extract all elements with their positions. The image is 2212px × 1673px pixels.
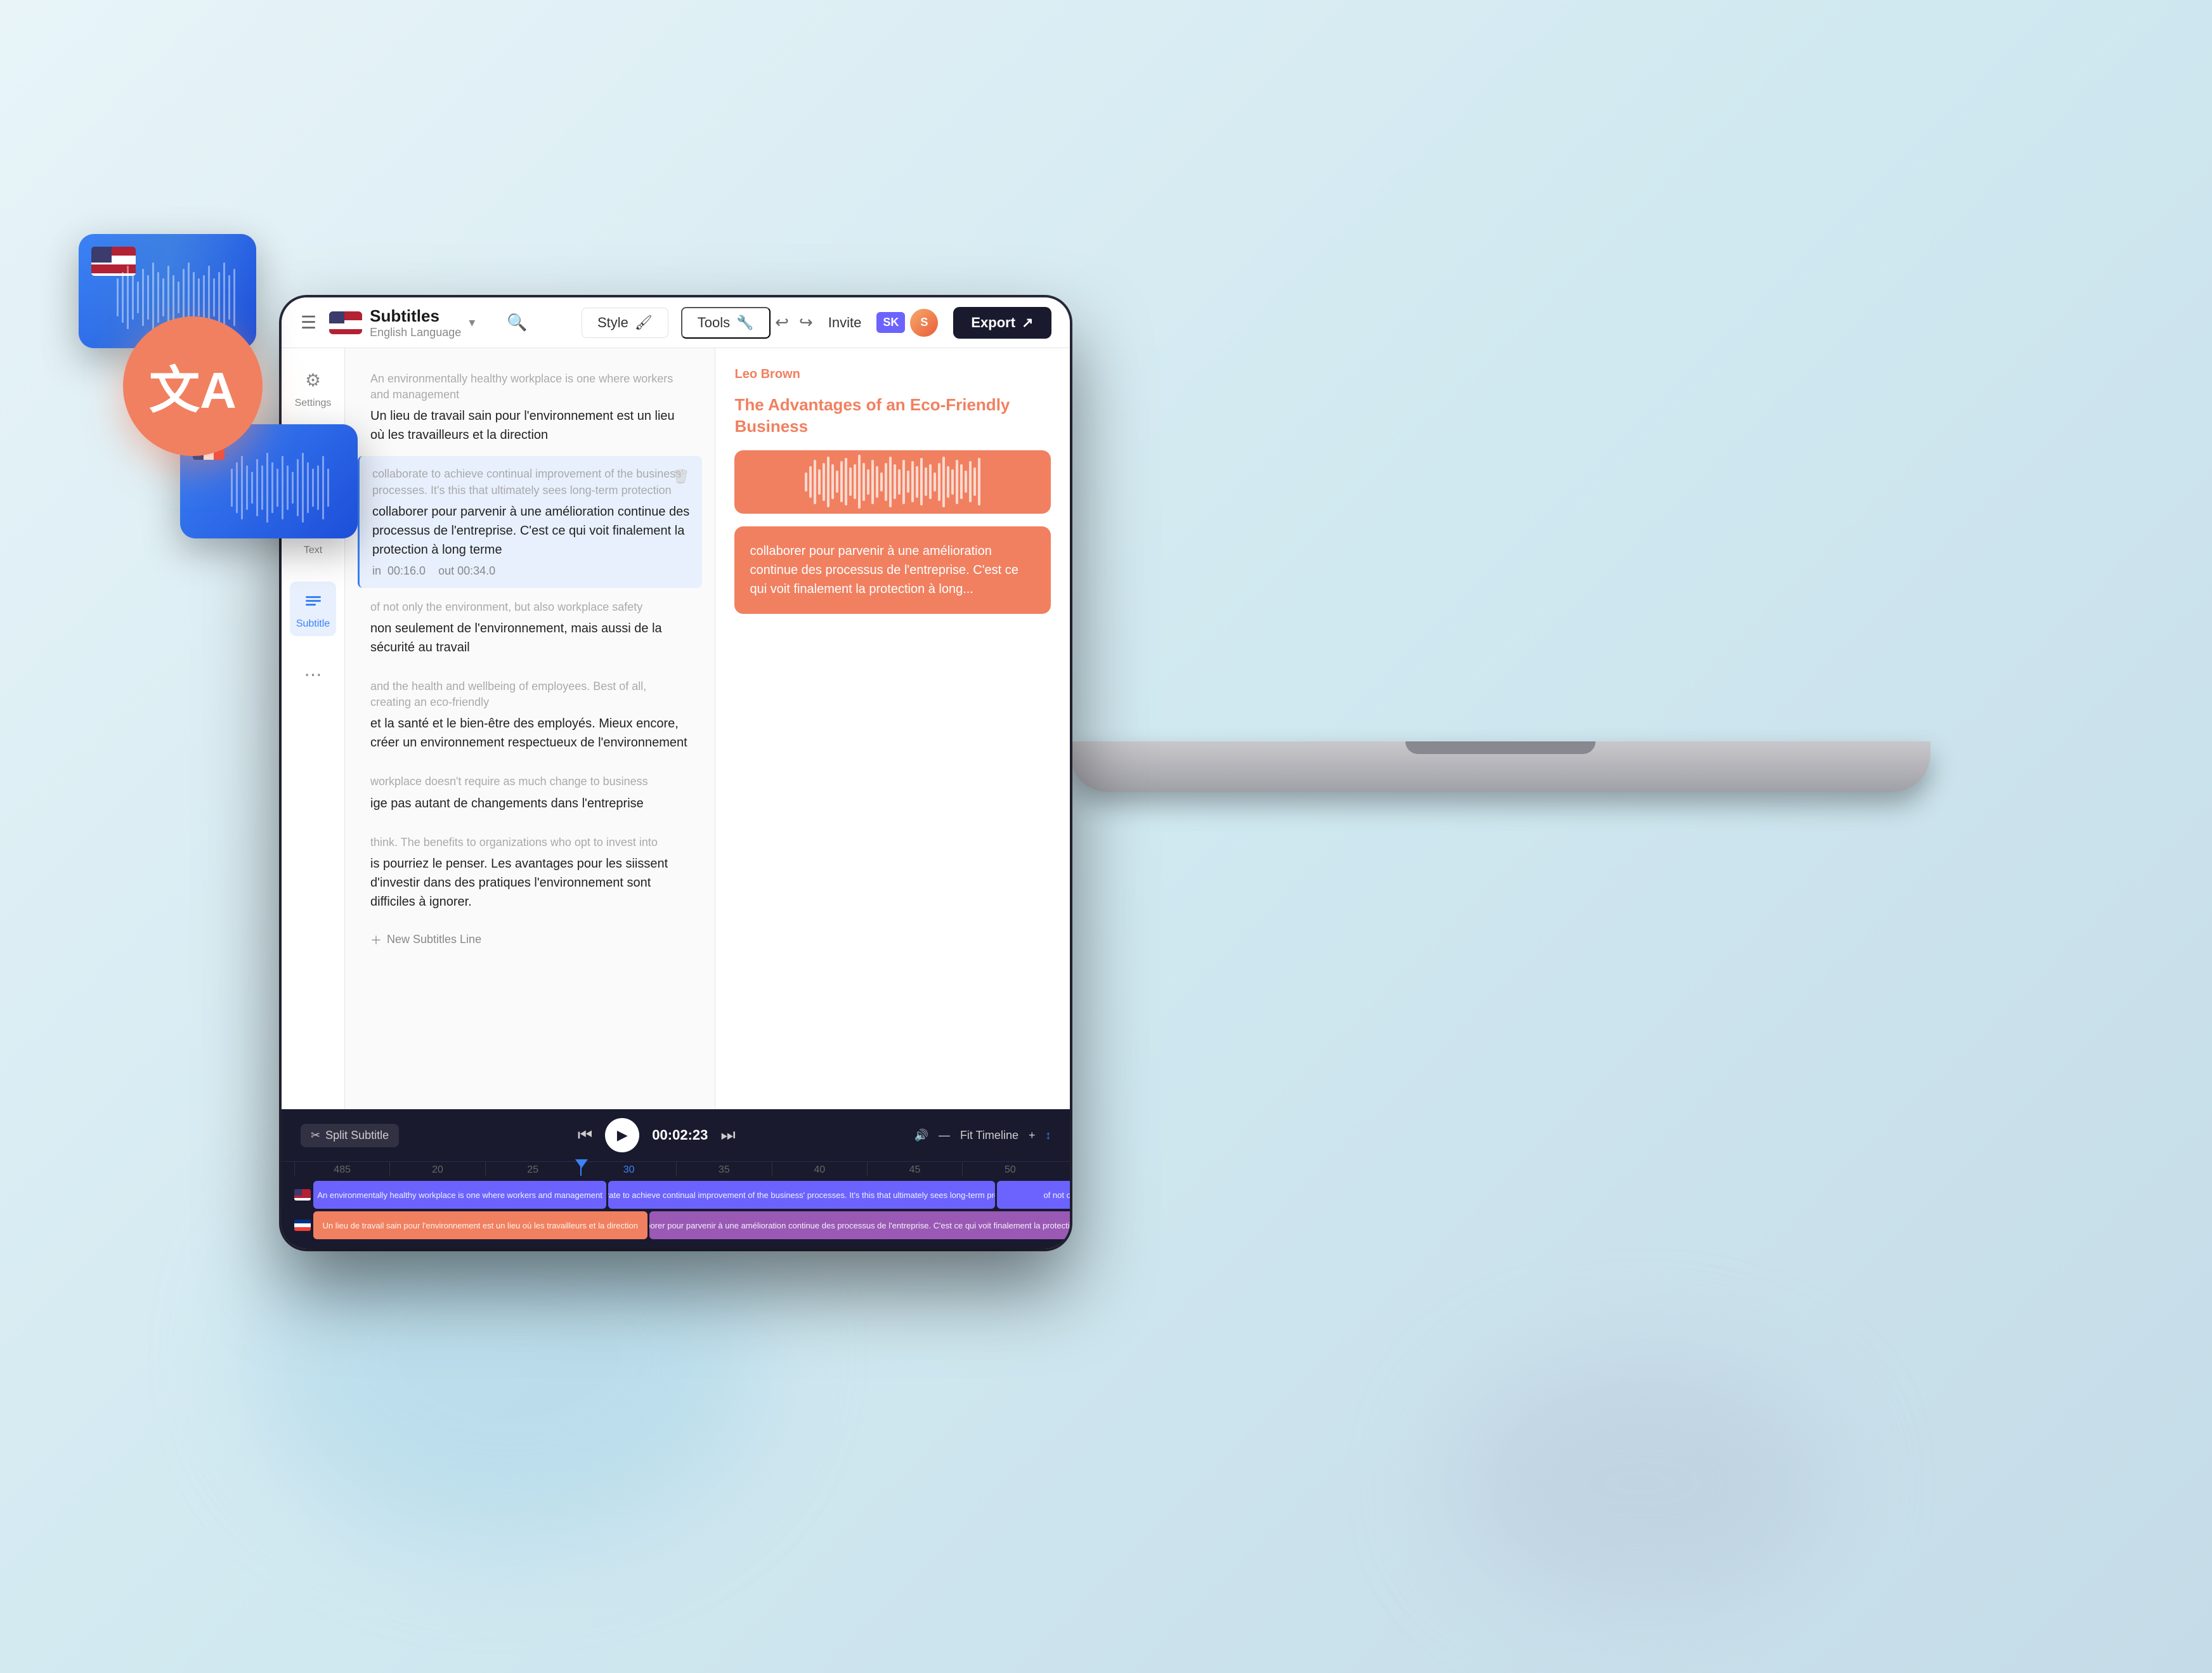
subtitle-item[interactable]: workplace doesn't require as much change…	[358, 764, 702, 823]
translation-card: collaborer pour parvenir à une améliorat…	[734, 526, 1051, 614]
video-title: The Advantages of an Eco-Friendly Busine…	[734, 394, 1051, 438]
translate-icon: 文A	[149, 349, 237, 423]
hamburger-icon[interactable]: ☰	[301, 312, 316, 333]
laptop-notch	[1405, 741, 1596, 754]
subtitle-item[interactable]: think. The benefits to organizations who…	[358, 824, 702, 921]
dropdown-chevron[interactable]: ▾	[469, 315, 475, 330]
user-initials: SK	[876, 312, 905, 333]
user-avatar: SK S	[876, 309, 938, 337]
subtitle-icon	[301, 588, 326, 613]
scissors-icon: ✂	[311, 1129, 320, 1142]
fast-forward-icon[interactable]: ⏭	[720, 1125, 735, 1145]
speaker-name: Leo Brown	[734, 367, 1051, 382]
sidebar-item-settings[interactable]: ⚙ Settings	[289, 361, 338, 415]
laptop-screen: ☰ Subtitles English Language ▾ 🔍	[282, 297, 1070, 1249]
user-avatar-img: S	[910, 309, 938, 337]
top-bar: ☰ Subtitles English Language ▾ 🔍	[282, 297, 1070, 348]
timeline-tracks: An environmentally healthy workplace is …	[282, 1176, 1070, 1244]
style-button[interactable]: Style 🖌	[582, 308, 668, 338]
sidebar-item-more[interactable]: ⋯	[294, 655, 332, 693]
track-segment[interactable]: collaborer pour parvenir à une améliorat…	[649, 1211, 1070, 1239]
translate-button[interactable]: 文A	[123, 316, 263, 456]
timeline-ruler: 485 20 25 30 35 40 45 50	[282, 1162, 1070, 1176]
style-paintbrush-icon: 🖌	[635, 315, 653, 331]
export-icon: ↗	[1022, 315, 1033, 331]
subtitle-item[interactable]: of not only the environment, but also wo…	[358, 589, 702, 667]
plus-icon: ＋	[370, 932, 382, 948]
subtitle-item[interactable]: and the health and wellbeing of employee…	[358, 668, 702, 762]
editor-area: An environmentally healthy workplace is …	[345, 348, 715, 1109]
subtitle-timing: in 00:16.0 out 00:34.0	[372, 564, 689, 578]
export-button[interactable]: Export ↗	[953, 307, 1051, 339]
track-segment[interactable]: Un lieu de travail sain pour l'environne…	[313, 1211, 647, 1239]
play-button[interactable]: ▶	[605, 1118, 639, 1152]
undo-icon[interactable]: ↩	[775, 313, 789, 332]
undo-redo-controls: ↩ ↪	[775, 313, 813, 332]
tools-wrench-icon: 🔧	[736, 315, 753, 331]
settings-icon: ⚙	[301, 367, 326, 393]
delete-icon[interactable]: 🗑	[672, 469, 690, 485]
invite-button[interactable]: Invite	[828, 315, 862, 331]
brand-title: Subtitles English Language	[370, 306, 461, 339]
rewind-icon[interactable]: ⏮	[578, 1125, 592, 1145]
subtitle-item[interactable]: An environmentally healthy workplace is …	[358, 361, 702, 455]
subtitle-item-active[interactable]: collaborate to achieve continual improve…	[358, 456, 702, 587]
track-segment[interactable]: An environmentally healthy workplace is …	[313, 1181, 606, 1209]
right-panel: Leo Brown The Advantages of an Eco-Frien…	[715, 348, 1070, 1109]
expand-icon[interactable]: ↕	[1045, 1129, 1051, 1142]
brand-flag	[329, 311, 362, 334]
subtitle-list: An environmentally healthy workplace is …	[345, 348, 715, 1109]
waveform-display	[734, 450, 1051, 514]
fit-timeline-button[interactable]: Fit Timeline	[960, 1129, 1018, 1142]
redo-icon[interactable]: ↪	[799, 313, 813, 332]
english-track-row: An environmentally healthy workplace is …	[294, 1181, 1057, 1209]
search-icon[interactable]: 🔍	[507, 313, 527, 332]
sidebar-item-subtitle[interactable]: Subtitle	[290, 582, 336, 636]
more-icon: ⋯	[301, 661, 326, 687]
time-display: 00:02:23	[652, 1127, 708, 1143]
split-subtitle-button[interactable]: ✂ Split Subtitle	[301, 1124, 399, 1147]
laptop-base	[1070, 741, 1930, 792]
timeline-container: ✂ Split Subtitle ⏮ ▶ 00:02:23 ⏭ 🔊 —	[282, 1109, 1070, 1249]
volume-icon[interactable]: 🔊	[914, 1129, 928, 1142]
track-segment[interactable]: collaborate to achieve continual improve…	[608, 1181, 995, 1209]
add-subtitle-line-button[interactable]: ＋ New Subtitles Line	[358, 923, 702, 957]
french-track-row: Un lieu de travail sain pour l'environne…	[294, 1211, 1057, 1239]
track-segment[interactable]: of not only the environment...	[997, 1181, 1070, 1209]
tools-button[interactable]: Tools 🔧	[681, 307, 771, 339]
